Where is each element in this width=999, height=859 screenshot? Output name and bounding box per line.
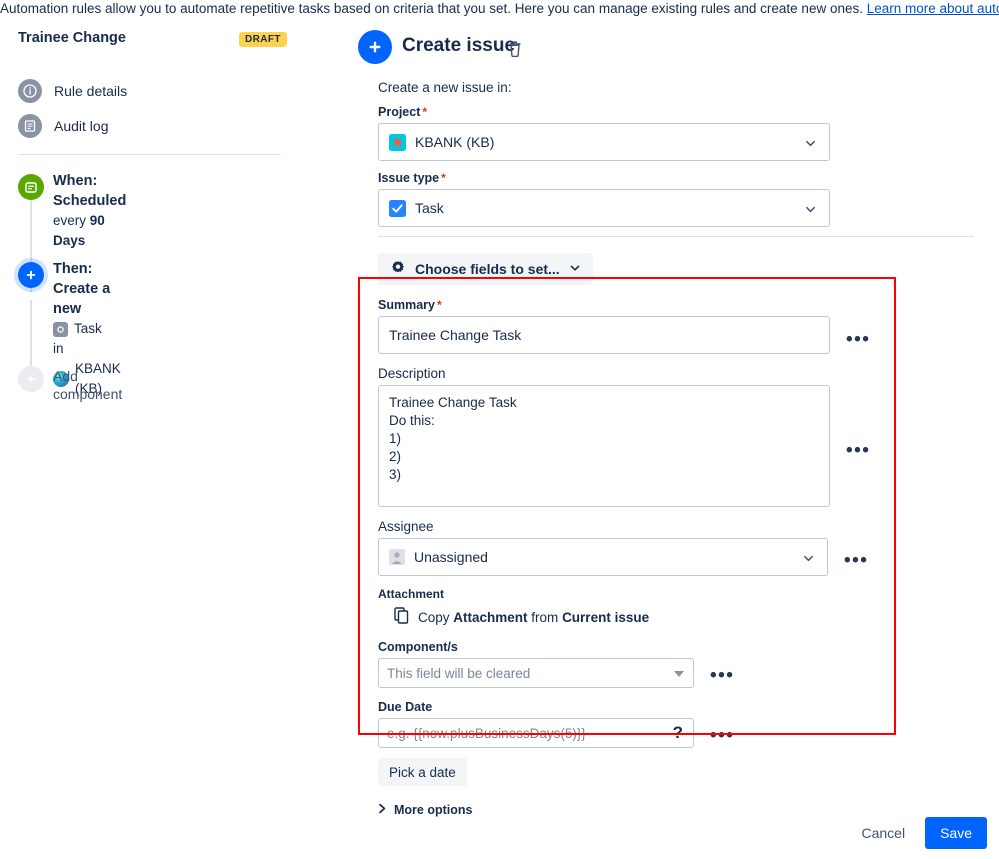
due-date-more-icon[interactable]: •••: [710, 726, 734, 745]
components-label: Component/s: [378, 640, 998, 654]
gear-icon: [390, 260, 406, 279]
project-avatar-icon: [389, 134, 406, 151]
chevron-down-icon: [804, 137, 817, 153]
choose-fields-wrap: Choose fields to set...: [378, 253, 998, 285]
document-icon: [18, 114, 42, 138]
question-mark-icon[interactable]: ?: [673, 723, 683, 743]
plus-icon: [18, 262, 44, 288]
assignee-label: Assignee: [378, 519, 998, 534]
rule-sidebar: Trainee Change DRAFT Rule details: [0, 28, 330, 58]
choose-fields-button[interactable]: Choose fields to set...: [378, 253, 593, 285]
component-header: Create issue: [358, 30, 998, 72]
sidebar-item-label: Rule details: [54, 83, 127, 99]
intro-text: Create a new issue in:: [378, 80, 998, 95]
form-footer: Cancel Save: [857, 817, 987, 849]
action-title: Then: Create a new: [53, 259, 121, 319]
summary-more-icon[interactable]: •••: [846, 330, 870, 349]
pick-date-wrap: Pick a date: [378, 758, 998, 786]
more-options-label: More options: [394, 803, 472, 817]
sidebar-divider: [18, 154, 281, 155]
pick-a-date-button[interactable]: Pick a date: [378, 758, 467, 786]
caret-down-icon: [674, 671, 684, 677]
task-type-icon: [53, 322, 68, 337]
cancel-button[interactable]: Cancel: [857, 819, 909, 847]
info-circle-icon: [18, 79, 42, 103]
trigger-sub: every 90 Days: [53, 211, 126, 251]
page-title: Create issue: [402, 35, 515, 57]
components-more-icon[interactable]: •••: [710, 666, 734, 685]
description-more-icon[interactable]: •••: [846, 441, 870, 460]
plus-icon: [18, 366, 44, 392]
components-field: Component/s This field will be cleared •…: [378, 640, 998, 688]
banner-text: Automation rules allow you to automate r…: [0, 1, 867, 16]
plus-icon: [358, 30, 392, 64]
save-button[interactable]: Save: [925, 817, 987, 849]
issue-type-label: Issue type*: [378, 171, 998, 185]
project-label: Project*: [378, 105, 998, 119]
create-issue-panel: Create issue Create a new issue in: Proj…: [358, 30, 998, 817]
issue-type-select[interactable]: Task: [378, 189, 830, 227]
info-banner: Automation rules allow you to automate r…: [0, 0, 999, 22]
rule-title: Trainee Change: [18, 30, 126, 46]
attachment-field: Attachment Copy Attachment from Current …: [378, 587, 998, 627]
chevron-down-icon: [802, 552, 815, 568]
copy-icon: [394, 607, 410, 627]
choose-fields-label: Choose fields to set...: [415, 261, 560, 277]
project-select[interactable]: KBANK (KB): [378, 123, 830, 161]
description-label: Description: [378, 366, 998, 381]
summary-label: Summary*: [378, 298, 998, 312]
learn-more-link[interactable]: Learn more about autom: [867, 1, 999, 16]
task-checkbox-icon: [389, 200, 406, 217]
due-date-label: Due Date: [378, 700, 998, 714]
description-field: Description Trainee Change Task Do this:…: [378, 366, 998, 507]
project-field: Project* KBANK (KB): [378, 105, 998, 161]
due-date-input[interactable]: e.g. {{now.plusBusinessDays(5)}} ?: [378, 718, 694, 748]
status-badge: DRAFT: [239, 32, 287, 47]
due-date-field: Due Date e.g. {{now.plusBusinessDays(5)}…: [378, 700, 998, 748]
summary-value: Trainee Change Task: [389, 327, 521, 343]
sidebar-item-label: Audit log: [54, 118, 108, 134]
section-divider: [378, 236, 974, 237]
more-options-row[interactable]: More options: [378, 803, 998, 817]
calendar-icon: [18, 174, 44, 200]
chevron-down-icon: [804, 203, 817, 219]
due-date-placeholder: e.g. {{now.plusBusinessDays(5)}}: [387, 726, 586, 741]
sidebar-item-audit-log[interactable]: Audit log: [18, 113, 108, 139]
issue-type-field: Issue type* Task: [378, 171, 998, 227]
attachment-label: Attachment: [378, 587, 998, 601]
chevron-right-icon: [378, 803, 387, 817]
action-issue-type: Task: [53, 319, 121, 339]
assignee-value: Unassigned: [414, 549, 488, 565]
description-textarea[interactable]: Trainee Change Task Do this: 1) 2) 3): [378, 385, 830, 507]
trigger-title: When: Scheduled: [53, 171, 126, 211]
components-placeholder: This field will be cleared: [387, 666, 530, 681]
components-select[interactable]: This field will be cleared: [378, 658, 694, 688]
project-value: KBANK (KB): [415, 134, 494, 150]
attachment-copy-row: Copy Attachment from Current issue: [394, 607, 998, 627]
assignee-field: Assignee Unassigned •••: [378, 519, 998, 576]
add-component-label: Add component: [53, 368, 122, 402]
sidebar-item-rule-details[interactable]: Rule details: [18, 78, 127, 104]
action-joiner: in: [53, 339, 121, 359]
assignee-select[interactable]: Unassigned: [378, 538, 828, 576]
chevron-down-icon: [569, 261, 581, 277]
trash-icon[interactable]: [508, 41, 522, 62]
assignee-more-icon[interactable]: •••: [844, 551, 868, 570]
attachment-copy-text: Copy Attachment from Current issue: [418, 610, 649, 625]
issue-type-value: Task: [415, 200, 444, 216]
summary-input[interactable]: Trainee Change Task: [378, 316, 830, 354]
automation-rule-editor: Automation rules allow you to automate r…: [0, 0, 999, 859]
rule-header: Trainee Change DRAFT: [0, 28, 330, 58]
user-avatar-icon: [389, 549, 405, 565]
summary-field: Summary* Trainee Change Task •••: [378, 298, 998, 354]
